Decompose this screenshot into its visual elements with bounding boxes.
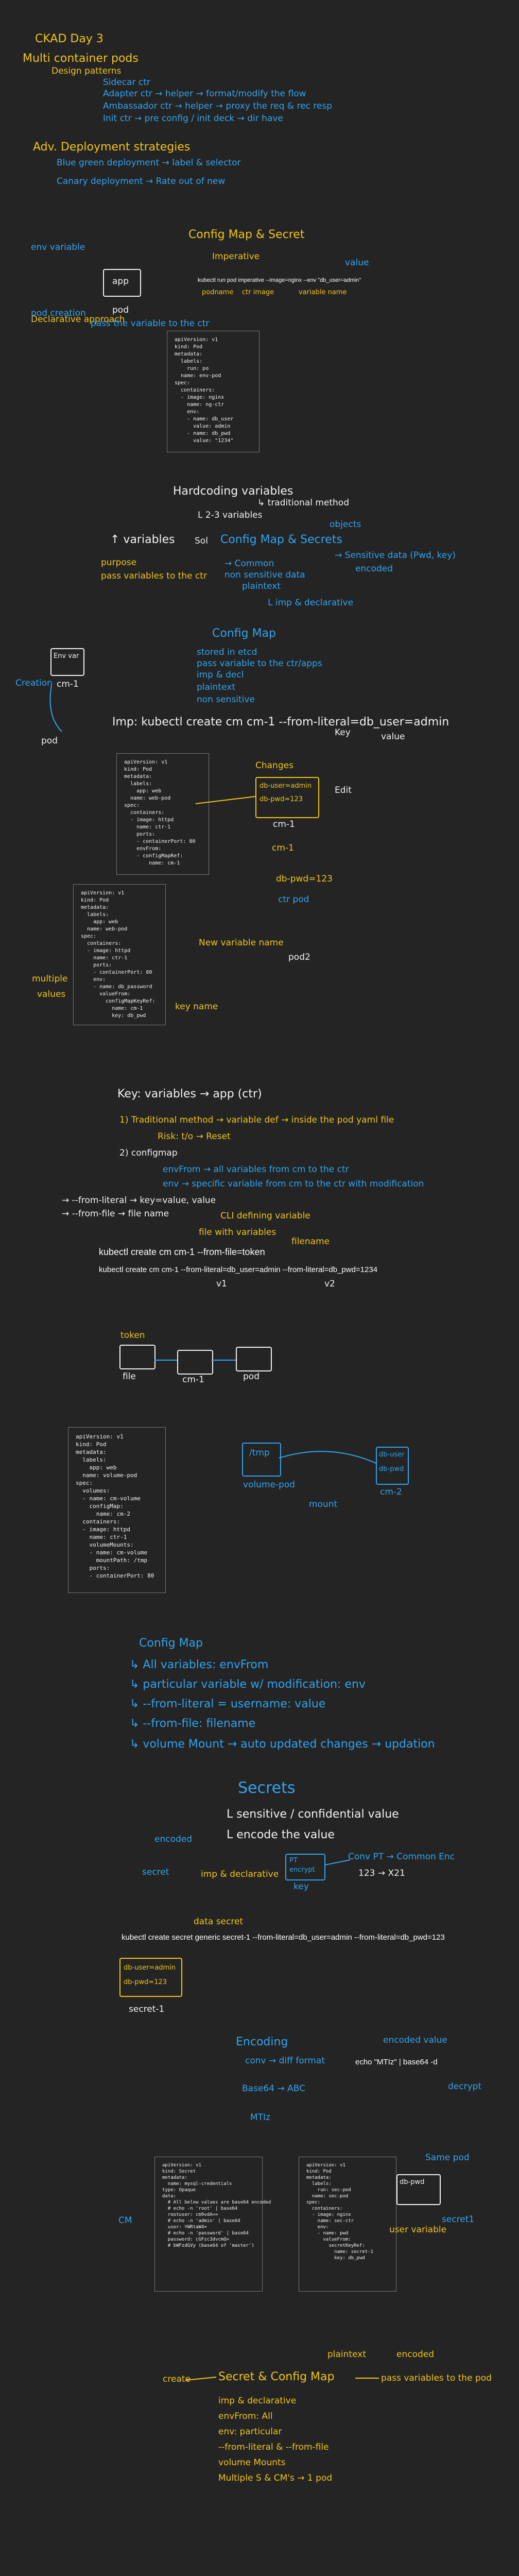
encrypt-arrow (324, 1859, 351, 1866)
create-arrow (185, 2377, 217, 2381)
whiteboard-page: CKAD Day 3 Multi container pods Design p… (0, 0, 519, 2576)
creation-arrow (49, 685, 62, 732)
connector-lines (49, 685, 379, 2381)
cm-link-arrow (195, 796, 256, 804)
mount-arrow (279, 1451, 376, 1464)
